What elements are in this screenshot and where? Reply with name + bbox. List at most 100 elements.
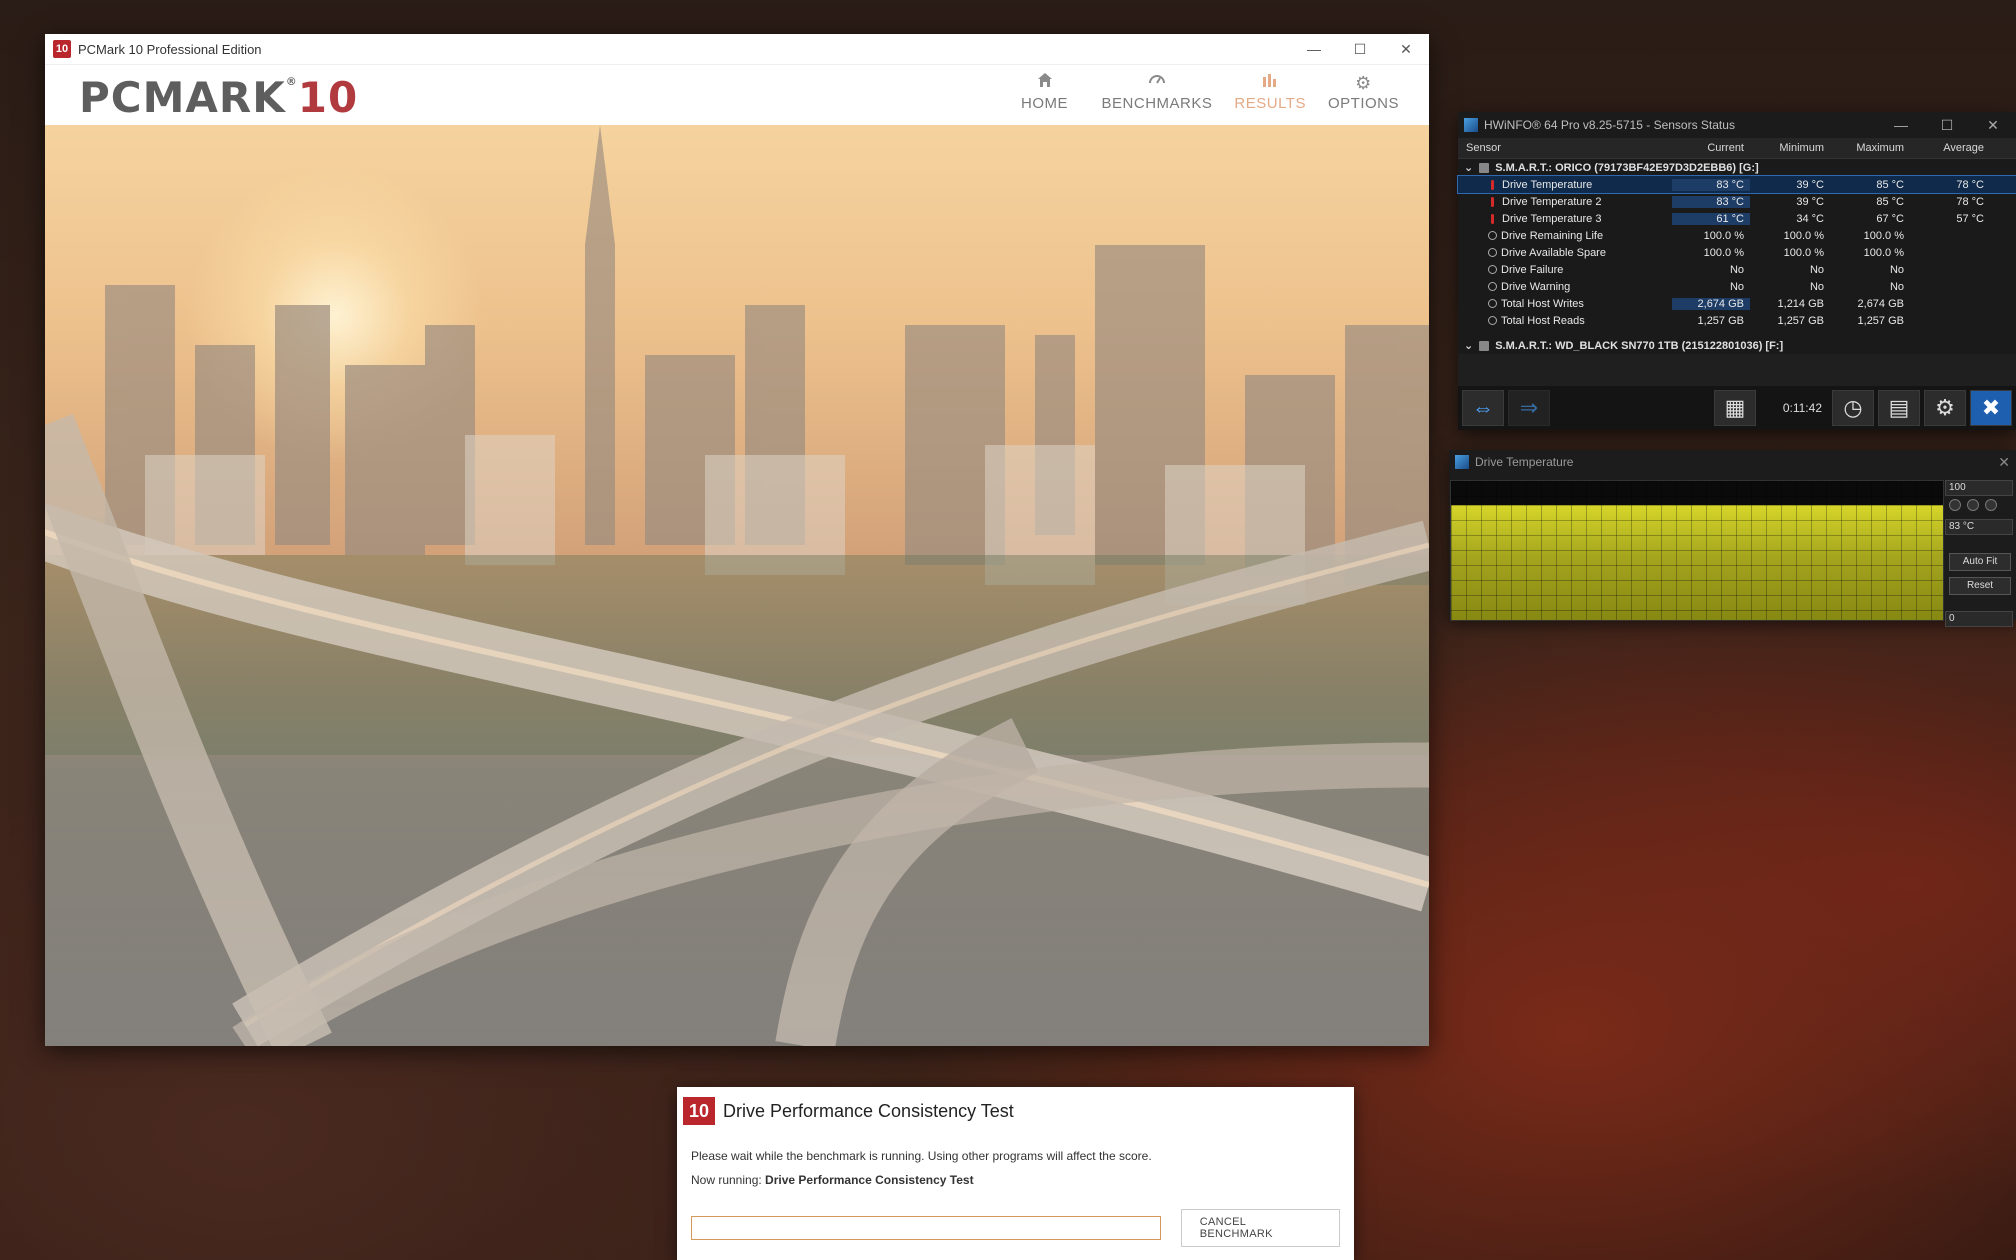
sensor-current-cell: 2,674 GB — [1672, 297, 1750, 310]
sensor-maximum-cell: 100.0 % — [1863, 229, 1904, 242]
nav-home[interactable]: HOME — [1010, 71, 1080, 112]
minimize-icon[interactable]: — — [1878, 112, 1924, 138]
nav-benchmarks[interactable]: BENCHMARKS — [1102, 71, 1213, 112]
cancel-benchmark-button[interactable]: CANCEL BENCHMARK — [1180, 1209, 1340, 1247]
benchmark-actions: CANCEL BENCHMARK — [677, 1205, 1354, 1251]
hwinfo-title: HWiNFO® 64 Pro v8.25-5715 - Sensors Stat… — [1484, 118, 1735, 132]
sensor-maximum-cell: No — [1889, 280, 1904, 293]
reset-button[interactable]: Reset — [1949, 577, 2011, 595]
col-maximum[interactable]: Maximum — [1830, 142, 1910, 154]
hwinfo-app-icon — [1464, 118, 1478, 132]
sensor-name: Total Host Writes — [1501, 297, 1584, 310]
sensor-group-label: S.M.A.R.T.: WD_BLACK SN770 1TB (21512280… — [1495, 339, 1784, 352]
sensor-current-cell: 61 °C — [1672, 212, 1750, 225]
pcmark-window: 10 PCMark 10 Professional Edition — ☐ ✕ … — [45, 34, 1429, 1046]
chevron-down-icon[interactable]: ⌄ — [1464, 161, 1473, 174]
settings-icon[interactable]: ⚙ — [1924, 390, 1966, 426]
hwinfo-titlebar[interactable]: HWiNFO® 64 Pro v8.25-5715 - Sensors Stat… — [1458, 112, 2016, 138]
thermometer-icon — [1491, 179, 1494, 190]
hwinfo-window: HWiNFO® 64 Pro v8.25-5715 - Sensors Stat… — [1457, 112, 2016, 430]
col-average[interactable]: Average — [1910, 142, 1990, 154]
sensor-group-wd[interactable]: ⌄ S.M.A.R.T.: WD_BLACK SN770 1TB (215122… — [1458, 337, 2016, 354]
sensor-minimum-cell: 100.0 % — [1783, 229, 1824, 242]
sensor-name: Drive Temperature — [1502, 178, 1593, 191]
sensor-minimum-cell: 39 °C — [1796, 195, 1824, 208]
chevron-down-icon[interactable]: ⌄ — [1464, 339, 1473, 352]
sensor-row[interactable]: Drive Temperature 2 83 °C 39 °C 85 °C 78 °C — [1458, 193, 2016, 210]
sensor-name-cell: Total Host Reads — [1458, 315, 1672, 327]
home-icon — [1036, 71, 1054, 95]
sensor-row[interactable]: Drive Available Spare 100.0 % 100.0 % 100.0… — [1458, 244, 2016, 261]
maximize-icon[interactable]: ☐ — [1924, 112, 1970, 138]
collapse-arrows-icon[interactable]: ⇒ — [1508, 390, 1550, 426]
sensor-average-cell: 78 °C — [1956, 195, 1984, 208]
sensor-row[interactable]: Total Host Reads 1,257 GB 1,257 GB 1,257 GB — [1458, 312, 2016, 329]
graph-min-label: 0 — [1945, 611, 2013, 627]
graph-mode-dot[interactable] — [1985, 499, 1997, 511]
sensor-name: Drive Temperature 2 — [1502, 195, 1602, 208]
graph-mode-dot[interactable] — [1949, 499, 1961, 511]
sensor-name-cell: Drive Remaining Life — [1458, 230, 1672, 242]
pcmark-app-icon: 10 — [53, 40, 71, 58]
sensor-row[interactable]: Drive Failure No No No — [1458, 261, 2016, 278]
pcmark-logo: PCMARK®10 — [79, 73, 358, 122]
graph-mode-dots — [1949, 499, 2013, 511]
sensor-name-cell: Drive Temperature — [1458, 179, 1672, 191]
sensor-name-cell: Drive Available Spare — [1458, 247, 1672, 259]
sensor-row[interactable]: Drive Warning No No No — [1458, 278, 2016, 295]
sensor-average-cell: 57 °C — [1956, 212, 1984, 225]
graph-mode-dot[interactable] — [1967, 499, 1979, 511]
report-icon[interactable]: ▤ — [1878, 390, 1920, 426]
pcmark-titlebar[interactable]: 10 PCMark 10 Professional Edition — ☐ ✕ — [45, 34, 1429, 65]
thermometer-icon — [1491, 196, 1494, 207]
close-icon[interactable]: ✕ — [1998, 454, 2010, 471]
sensor-rows: Drive Temperature 83 °C 39 °C 85 °C 78 °C Dri… — [1457, 175, 2016, 329]
sensor-current-cell: 100.0 % — [1703, 246, 1744, 259]
close-sensors-icon[interactable]: ✖ — [1970, 390, 2012, 426]
sensor-row[interactable]: Drive Temperature 3 61 °C 34 °C 67 °C 57 °C — [1458, 210, 2016, 227]
now-running-name: Drive Performance Consistency Test — [765, 1173, 974, 1187]
disk-icon — [1479, 162, 1490, 173]
clock-icon[interactable]: ◷ — [1832, 390, 1874, 426]
graph-titlebar[interactable]: Drive Temperature — [1449, 450, 2016, 474]
sensor-average-cell: 78 °C — [1956, 178, 1984, 191]
sensor-current-cell: 1,257 GB — [1697, 314, 1744, 327]
close-icon[interactable]: ✕ — [1970, 112, 2016, 138]
sensor-current-cell: 83 °C — [1672, 195, 1750, 208]
maximize-icon[interactable]: ☐ — [1337, 34, 1383, 64]
temperature-fill — [1451, 504, 1943, 620]
sensor-group-orico[interactable]: ⌄ S.M.A.R.T.: ORICO (79173BF42E97D3D2EBB… — [1458, 159, 2016, 176]
expand-arrows-icon[interactable]: ⇔ — [1462, 390, 1504, 426]
nav-options-label: OPTIONS — [1327, 95, 1399, 112]
sensor-row[interactable]: Drive Temperature 83 °C 39 °C 85 °C 78 °C — [1457, 175, 2016, 194]
now-running: Now running: Drive Performance Consisten… — [691, 1173, 1340, 1187]
auto-fit-button[interactable]: Auto Fit — [1949, 553, 2011, 571]
sensor-maximum-cell: 100.0 % — [1863, 246, 1904, 259]
sensor-minimum-cell: 100.0 % — [1783, 246, 1824, 259]
sensor-current-cell: 100.0 % — [1703, 229, 1744, 242]
nav-benchmarks-label: BENCHMARKS — [1101, 95, 1213, 112]
minimize-icon[interactable]: — — [1291, 34, 1337, 64]
graph-title: Drive Temperature — [1475, 455, 1574, 469]
sensor-minimum-cell: 39 °C — [1796, 178, 1824, 191]
close-icon[interactable]: ✕ — [1383, 34, 1429, 64]
hwinfo-window-controls: — ☐ ✕ — [1878, 112, 2016, 138]
pcmark-header: PCMARK®10 HOME BENCHMARKS RESULTS ⚙ OPTI… — [45, 65, 1429, 126]
sensor-row[interactable]: Total Host Writes 2,674 GB 1,214 GB 2,674 G… — [1458, 295, 2016, 312]
sensor-maximum-cell: 85 °C — [1876, 195, 1904, 208]
col-sensor[interactable]: Sensor — [1458, 142, 1672, 154]
sensor-clock-icon — [1488, 316, 1497, 325]
col-current[interactable]: Current — [1672, 142, 1750, 154]
nav-options[interactable]: ⚙ OPTIONS — [1328, 71, 1399, 112]
sensor-name-cell: Drive Warning — [1458, 281, 1672, 293]
sensor-row[interactable]: Drive Remaining Life 100.0 % 100.0 % 100.0 … — [1458, 227, 2016, 244]
drive-temperature-graph-window: Drive Temperature ✕ 100 83 °C Auto Fit R… — [1449, 450, 2016, 627]
graph-max-label: 100 — [1945, 480, 2013, 496]
sensor-name: Drive Warning — [1501, 280, 1571, 293]
nav-results[interactable]: RESULTS — [1234, 71, 1306, 112]
sensor-clock-icon — [1488, 248, 1497, 257]
sensor-maximum-cell: No — [1889, 263, 1904, 276]
network-icon[interactable]: ▦ — [1714, 390, 1756, 426]
sensor-name-cell: Drive Failure — [1458, 264, 1672, 276]
col-minimum[interactable]: Minimum — [1750, 142, 1830, 154]
